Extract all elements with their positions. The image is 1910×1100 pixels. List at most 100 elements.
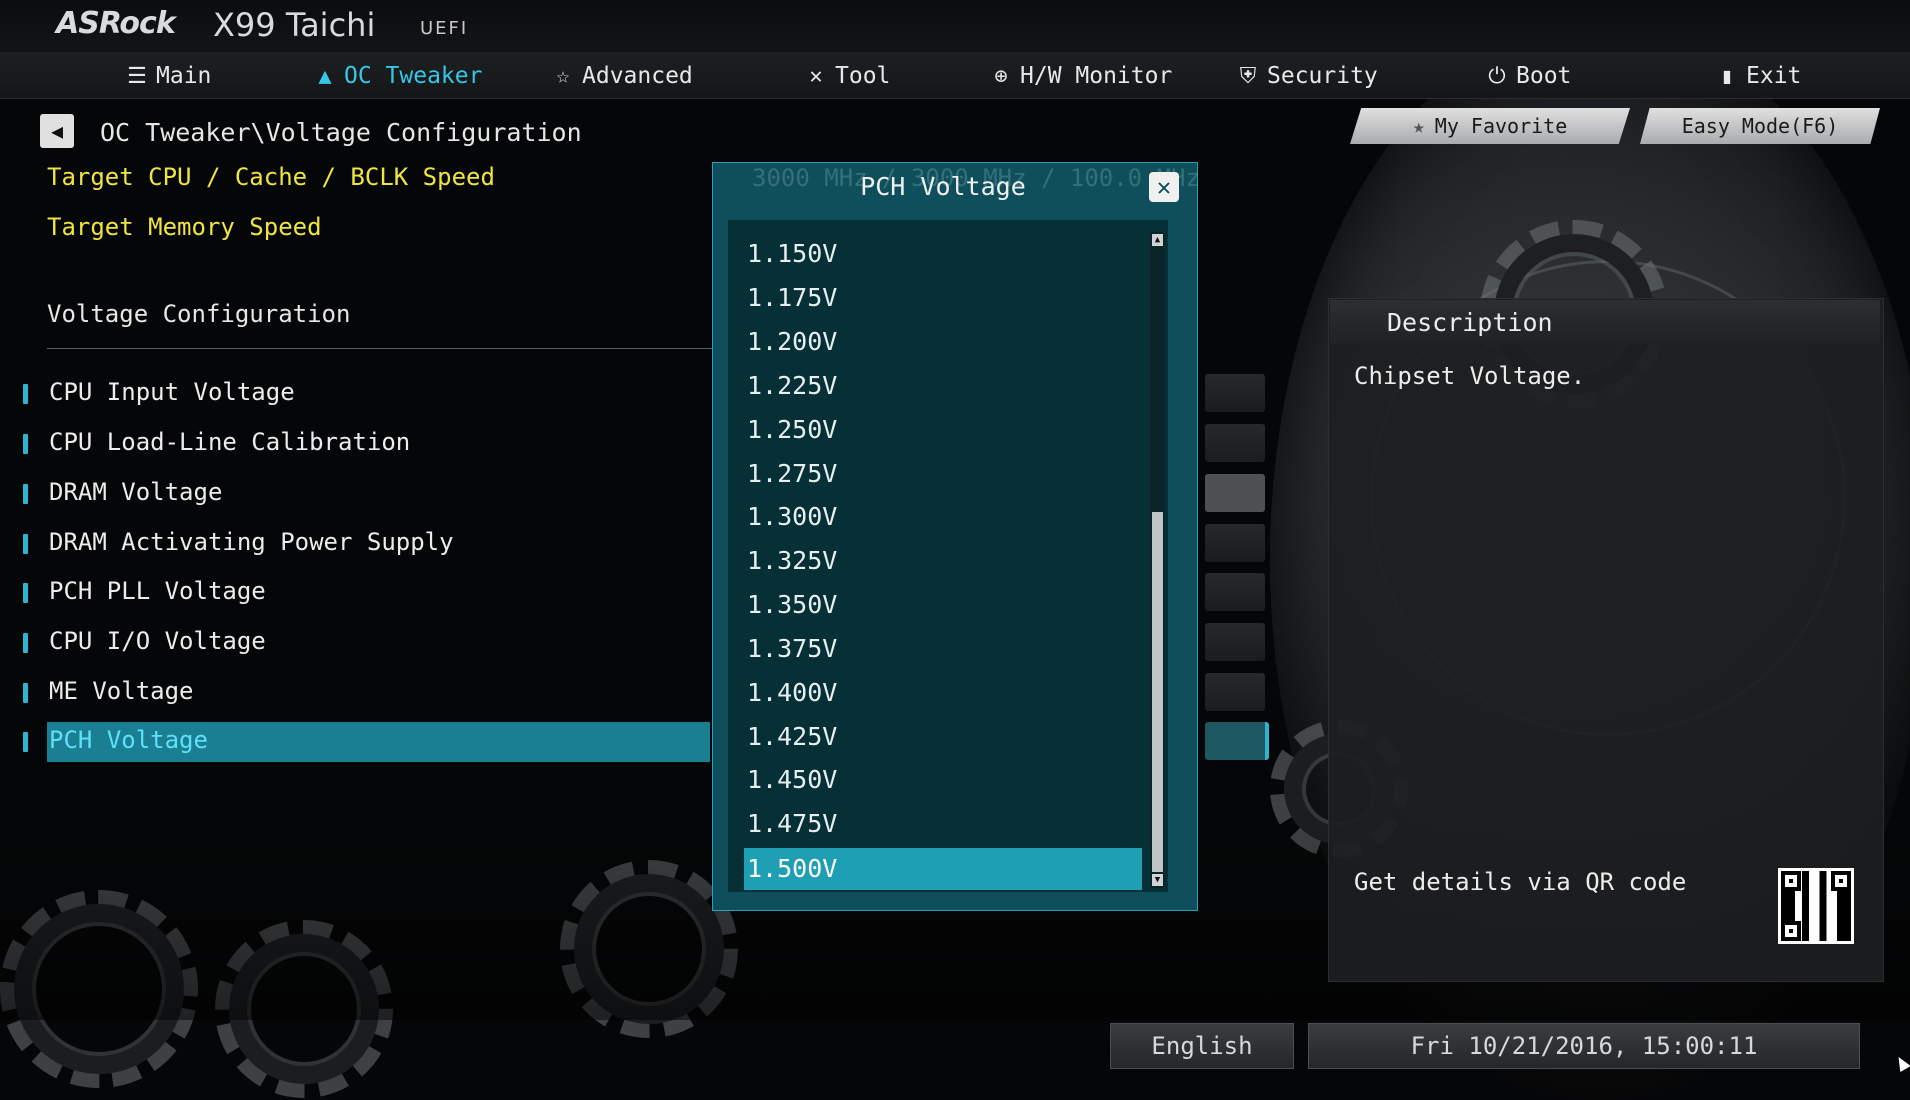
language-button[interactable]: English: [1110, 1023, 1294, 1069]
list-icon: ☰: [127, 63, 147, 89]
menu-item-label: ME Voltage: [49, 677, 194, 705]
exit-door-icon: ▮: [1720, 63, 1734, 89]
voltage-option[interactable]: 1.175V: [744, 279, 1142, 317]
voltage-option[interactable]: 1.400V: [744, 674, 1142, 712]
tab-tool[interactable]: ✕ Tool: [803, 60, 890, 92]
power-icon: ⏻: [1488, 63, 1506, 89]
item-marker: [23, 732, 28, 752]
tab-label: H/W Monitor: [1020, 63, 1173, 89]
menu-item-me-voltage[interactable]: ME Voltage: [20, 673, 710, 713]
tab-advanced[interactable]: ☆ Advanced: [550, 60, 693, 92]
menu-item-pch-voltage[interactable]: PCH Voltage: [20, 722, 710, 762]
qr-label: Get details via QR code: [1354, 868, 1687, 896]
my-favorite-label: My Favorite: [1434, 114, 1568, 138]
tab-exit[interactable]: ▮ Exit: [1714, 60, 1801, 92]
uefi-label: UEFI: [420, 18, 469, 39]
menu-item-dram-power-supply[interactable]: DRAM Activating Power Supply: [20, 524, 710, 564]
menu-item-label: CPU Input Voltage: [49, 378, 295, 406]
tab-oc-tweaker[interactable]: ▲ OC Tweaker: [312, 60, 482, 92]
menu-item-cpu-io-voltage[interactable]: CPU I/O Voltage: [20, 623, 710, 663]
value-slot[interactable]: [1205, 573, 1265, 611]
voltage-option[interactable]: 1.300V: [744, 498, 1142, 536]
description-text: Chipset Voltage.: [1354, 362, 1586, 390]
qr-finder: [1831, 871, 1851, 891]
scrollbar-thumb[interactable]: [1152, 512, 1163, 872]
tab-label: Boot: [1516, 63, 1572, 89]
my-favorite-button[interactable]: ★ My Favorite: [1350, 108, 1630, 144]
voltage-option[interactable]: 1.275V: [744, 455, 1142, 493]
menu-item-label: DRAM Activating Power Supply: [49, 528, 454, 556]
qr-pattern: [1781, 871, 1851, 941]
voltage-option[interactable]: 1.450V: [744, 761, 1142, 799]
menu-item-dram-voltage[interactable]: DRAM Voltage: [20, 474, 710, 514]
breadcrumb: OC Tweaker\Voltage Configuration: [100, 118, 582, 147]
qr-finder: [1781, 871, 1801, 891]
close-icon: ✕: [1156, 173, 1172, 201]
back-arrow-icon: ◀: [50, 119, 64, 143]
section-title: Voltage Configuration: [47, 300, 351, 328]
tab-boot[interactable]: ⏻ Boot: [1484, 60, 1571, 92]
value-slot[interactable]: [1205, 524, 1265, 562]
crosshair-icon: ⊕: [994, 63, 1008, 89]
value-slot[interactable]: [1205, 474, 1265, 512]
voltage-option[interactable]: 1.375V: [744, 630, 1142, 668]
menu-item-label: CPU I/O Voltage: [49, 627, 266, 655]
item-marker: [23, 484, 28, 504]
menu-item-pch-pll-voltage[interactable]: PCH PLL Voltage: [20, 573, 710, 613]
tab-label: Exit: [1746, 63, 1802, 89]
tab-main[interactable]: ☰ Main: [124, 60, 211, 92]
menu-item-cpu-input-voltage[interactable]: CPU Input Voltage: [20, 374, 710, 414]
tab-label: OC Tweaker: [344, 63, 483, 89]
voltage-option[interactable]: 1.225V: [744, 367, 1142, 405]
close-button[interactable]: ✕: [1149, 172, 1179, 202]
tab-label: Advanced: [582, 63, 693, 89]
star-icon: ★: [1412, 114, 1425, 138]
voltage-option[interactable]: 1.200V: [744, 323, 1142, 361]
rocket-icon: ▲: [318, 63, 332, 89]
shield-icon: ⛨: [1239, 63, 1257, 89]
voltage-option[interactable]: 1.150V: [744, 235, 1142, 273]
qr-finder: [1781, 921, 1801, 941]
description-title: Description: [1387, 308, 1553, 337]
target-memory-label: Target Memory Speed: [47, 213, 322, 241]
voltage-option[interactable]: 1.325V: [744, 542, 1142, 580]
item-marker: [23, 384, 28, 404]
menu-item-label: PCH PLL Voltage: [49, 577, 266, 605]
value-slot[interactable]: [1205, 424, 1265, 462]
top-nav: ☰ Main ▲ OC Tweaker ☆ Advanced ✕ Tool ⊕ …: [0, 52, 1910, 99]
item-marker: [23, 434, 28, 454]
value-slot[interactable]: [1205, 673, 1265, 711]
star-icon: ☆: [556, 63, 570, 89]
tab-label: Main: [156, 63, 212, 89]
tab-hw-monitor[interactable]: ⊕ H/W Monitor: [988, 60, 1172, 92]
value-slot[interactable]: [1205, 722, 1269, 760]
menu-item-label: PCH Voltage: [49, 726, 208, 754]
qr-code: [1778, 868, 1854, 944]
voltage-option[interactable]: 1.425V: [744, 718, 1142, 756]
scroll-up-icon[interactable]: ▲: [1152, 234, 1163, 246]
menu-item-cpu-llc[interactable]: CPU Load-Line Calibration: [20, 424, 710, 464]
value-slot[interactable]: [1205, 623, 1265, 661]
tools-icon: ✕: [809, 63, 823, 89]
item-marker: [23, 534, 28, 554]
voltage-option[interactable]: 1.350V: [744, 586, 1142, 624]
voltage-option-selected[interactable]: 1.500V: [744, 848, 1142, 890]
mouse-cursor-icon: [1893, 1053, 1910, 1073]
easy-mode-label: Easy Mode(F6): [1681, 114, 1839, 138]
scroll-down-icon[interactable]: ▼: [1152, 874, 1163, 886]
value-slot[interactable]: [1205, 374, 1265, 412]
item-marker: [23, 583, 28, 603]
datetime-display: Fri 10/21/2016, 15:00:11: [1308, 1023, 1860, 1069]
back-button[interactable]: ◀: [40, 114, 74, 148]
brand-logo: ASRock: [56, 6, 176, 41]
voltage-option[interactable]: 1.475V: [744, 805, 1142, 843]
voltage-option[interactable]: 1.250V: [744, 411, 1142, 449]
section-divider: [47, 348, 712, 349]
menu-item-label: DRAM Voltage: [49, 478, 223, 506]
item-marker: [23, 633, 28, 653]
item-marker: [23, 683, 28, 703]
title-bar: ASRock X99 Taichi UEFI: [0, 0, 1910, 52]
easy-mode-button[interactable]: Easy Mode(F6): [1640, 108, 1880, 144]
board-model: X99 Taichi: [213, 6, 376, 44]
tab-security[interactable]: ⛨ Security: [1235, 60, 1378, 92]
